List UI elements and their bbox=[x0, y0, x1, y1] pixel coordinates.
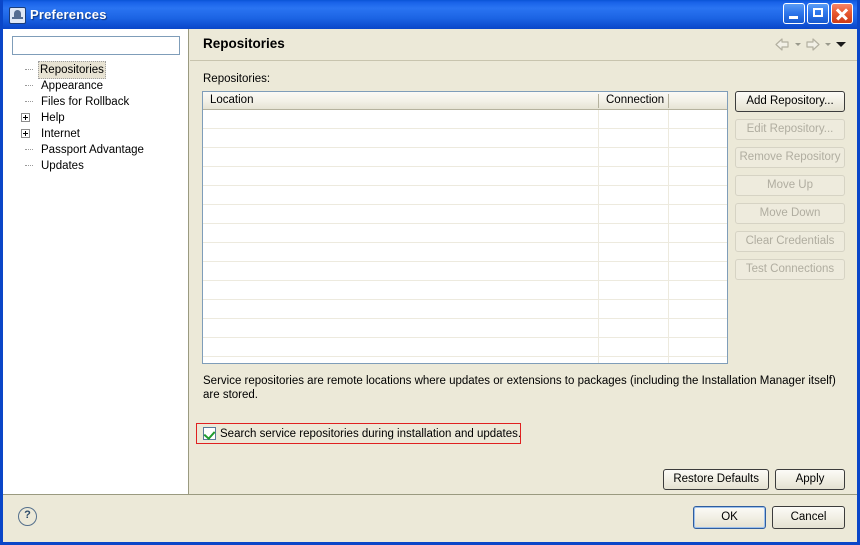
table-row[interactable] bbox=[203, 281, 727, 300]
table-row[interactable] bbox=[203, 262, 727, 281]
grid-column-divider bbox=[668, 110, 669, 363]
cancel-button[interactable]: Cancel bbox=[772, 506, 845, 529]
remove-repository-button: Remove Repository bbox=[735, 147, 845, 168]
dropdown-arrow-icon[interactable] bbox=[833, 36, 849, 53]
add-repository-button[interactable]: Add Repository... bbox=[735, 91, 845, 112]
minimize-button[interactable] bbox=[783, 3, 805, 24]
forward-history-chevron-down-icon[interactable] bbox=[823, 36, 832, 53]
app-icon bbox=[8, 6, 26, 24]
preferences-tree: Repositories Appearance Files for Rollba… bbox=[3, 61, 189, 174]
description-text: Service repositories are remote location… bbox=[203, 375, 836, 401]
preferences-content: Repositories Repositories: Location Conn… bbox=[190, 29, 857, 494]
sidebar-item-label: Repositories bbox=[38, 61, 106, 79]
sidebar-item-label: Updates bbox=[41, 160, 84, 172]
sidebar-item-label: Internet bbox=[41, 128, 80, 140]
table-row[interactable] bbox=[203, 300, 727, 319]
apply-button[interactable]: Apply bbox=[775, 469, 845, 490]
table-row[interactable] bbox=[203, 205, 727, 224]
repositories-label: Repositories: bbox=[203, 73, 271, 85]
table-body bbox=[203, 110, 727, 363]
window-controls bbox=[783, 3, 853, 24]
column-divider[interactable] bbox=[598, 94, 599, 108]
sidebar-item-label: Passport Advantage bbox=[41, 144, 144, 156]
window-title: Preferences bbox=[30, 7, 107, 22]
table-row[interactable] bbox=[203, 338, 727, 357]
table-row[interactable] bbox=[203, 243, 727, 262]
sidebar-item-files-for-rollback[interactable]: Files for Rollback bbox=[3, 94, 189, 110]
expand-plus-icon[interactable] bbox=[21, 129, 30, 138]
maximize-button[interactable] bbox=[807, 3, 829, 24]
dialog-actions: OK Cancel bbox=[693, 506, 845, 529]
tree-connector-icon bbox=[25, 149, 33, 151]
navigation-controls bbox=[773, 36, 849, 53]
preferences-dialog: Preferences Repositories Appearance File… bbox=[0, 0, 860, 545]
sidebar-item-appearance[interactable]: Appearance bbox=[3, 78, 189, 94]
table-row[interactable] bbox=[203, 319, 727, 338]
checkbox-icon[interactable] bbox=[203, 427, 216, 441]
test-connections-button: Test Connections bbox=[735, 259, 845, 280]
tree-connector-icon bbox=[25, 165, 33, 167]
checkmark-icon bbox=[203, 427, 216, 441]
tree-connector-icon bbox=[25, 101, 33, 103]
table-row[interactable] bbox=[203, 110, 727, 129]
table-row[interactable] bbox=[203, 224, 727, 243]
page-header: Repositories bbox=[190, 29, 857, 61]
help-icon[interactable]: ? bbox=[18, 507, 37, 526]
preference-page-actions: Restore Defaults Apply bbox=[663, 469, 845, 490]
repository-actions: Add Repository... Edit Repository... Rem… bbox=[735, 91, 845, 287]
clear-credentials-button: Clear Credentials bbox=[735, 231, 845, 252]
table-header-row: Location Connection bbox=[203, 92, 727, 110]
filter-input[interactable] bbox=[12, 36, 180, 55]
table-row[interactable] bbox=[203, 129, 727, 148]
close-button[interactable] bbox=[831, 3, 853, 24]
restore-defaults-button[interactable]: Restore Defaults bbox=[663, 469, 769, 490]
sidebar-item-internet[interactable]: Internet bbox=[3, 126, 189, 142]
edit-repository-button: Edit Repository... bbox=[735, 119, 845, 140]
table-row[interactable] bbox=[203, 148, 727, 167]
column-header-location[interactable]: Location bbox=[210, 92, 253, 109]
repositories-table[interactable]: Location Connection bbox=[202, 91, 728, 364]
table-row[interactable] bbox=[203, 186, 727, 205]
move-down-button: Move Down bbox=[735, 203, 845, 224]
table-row[interactable] bbox=[203, 167, 727, 186]
tree-connector-icon bbox=[25, 85, 33, 87]
sidebar-item-label: Help bbox=[41, 112, 65, 124]
expand-plus-icon[interactable] bbox=[21, 113, 30, 122]
grid-column-divider bbox=[598, 110, 599, 363]
forward-arrow-icon[interactable] bbox=[803, 36, 822, 53]
back-history-chevron-down-icon[interactable] bbox=[793, 36, 802, 53]
move-up-button: Move Up bbox=[735, 175, 845, 196]
title-bar: Preferences bbox=[3, 0, 857, 29]
sidebar-item-label: Appearance bbox=[41, 80, 104, 92]
back-arrow-icon[interactable] bbox=[773, 36, 792, 53]
search-service-repositories-checkbox[interactable]: Search service repositories during insta… bbox=[203, 427, 522, 441]
page-title: Repositories bbox=[203, 36, 285, 51]
sidebar-item-repositories[interactable]: Repositories bbox=[3, 61, 189, 79]
sidebar-item-updates[interactable]: Updates bbox=[3, 158, 189, 174]
sidebar-item-label: Files for Rollback bbox=[41, 96, 130, 108]
sidebar-item-passport-advantage[interactable]: Passport Advantage bbox=[3, 142, 189, 158]
tree-connector-icon bbox=[25, 69, 33, 71]
column-divider[interactable] bbox=[668, 94, 669, 108]
preferences-sidebar: Repositories Appearance Files for Rollba… bbox=[3, 29, 189, 494]
checkbox-label: Search service repositories during insta… bbox=[220, 427, 522, 440]
dialog-footer: ? OK Cancel bbox=[3, 494, 857, 542]
dialog-body: Repositories Appearance Files for Rollba… bbox=[3, 29, 857, 542]
column-header-connection[interactable]: Connection bbox=[606, 92, 664, 109]
sidebar-item-help[interactable]: Help bbox=[3, 110, 189, 126]
ok-button[interactable]: OK bbox=[693, 506, 766, 529]
